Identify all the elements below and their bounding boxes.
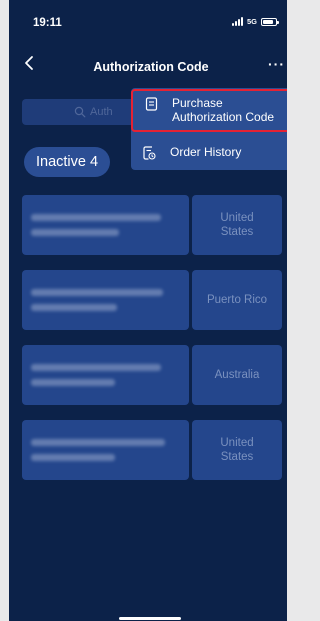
device-card[interactable]: Australia xyxy=(22,345,282,405)
device-country: United States xyxy=(192,195,282,255)
device-name-redacted xyxy=(22,270,189,330)
app-screen: 19:11 5G Authorization Code ··· Auth Ina… xyxy=(9,0,287,621)
device-card[interactable]: Puerto Rico xyxy=(22,270,282,330)
document-icon xyxy=(145,97,158,111)
device-country: Australia xyxy=(192,345,282,405)
menu-item-label: Order History xyxy=(170,145,242,159)
device-country: Puerto Rico xyxy=(192,270,282,330)
order-history-icon xyxy=(143,145,156,160)
device-card[interactable]: United States xyxy=(22,420,282,480)
device-list: United States Puerto Rico Australia Unit… xyxy=(22,195,282,495)
page-title: Authorization Code xyxy=(93,60,209,74)
device-name-redacted xyxy=(22,345,189,405)
search-placeholder: Auth xyxy=(90,106,113,118)
more-options-icon[interactable]: ··· xyxy=(268,56,285,72)
device-card[interactable]: United States xyxy=(22,195,282,255)
inactive-filter-chip[interactable]: Inactive 4 xyxy=(24,147,111,177)
status-bar: 19:11 5G xyxy=(9,0,287,50)
signal-icon xyxy=(231,17,243,26)
menu-item-purchase-authorization-code[interactable]: Purchase Authorization Code xyxy=(131,89,287,132)
battery-icon xyxy=(261,17,279,26)
filter-label: Inactive 4 xyxy=(36,154,99,170)
search-icon xyxy=(74,106,86,118)
options-dropdown-menu: Purchase Authorization Code Order Histor… xyxy=(131,88,287,170)
menu-item-label: Purchase Authorization Code xyxy=(172,96,275,124)
status-time: 19:11 xyxy=(33,17,62,29)
home-indicator xyxy=(119,617,181,620)
menu-item-order-history[interactable]: Order History xyxy=(131,135,287,165)
device-name-redacted xyxy=(22,195,189,255)
device-name-redacted xyxy=(22,420,189,480)
device-country: United States xyxy=(192,420,282,480)
status-indicators: 5G xyxy=(231,17,279,26)
network-type: 5G xyxy=(246,17,257,26)
